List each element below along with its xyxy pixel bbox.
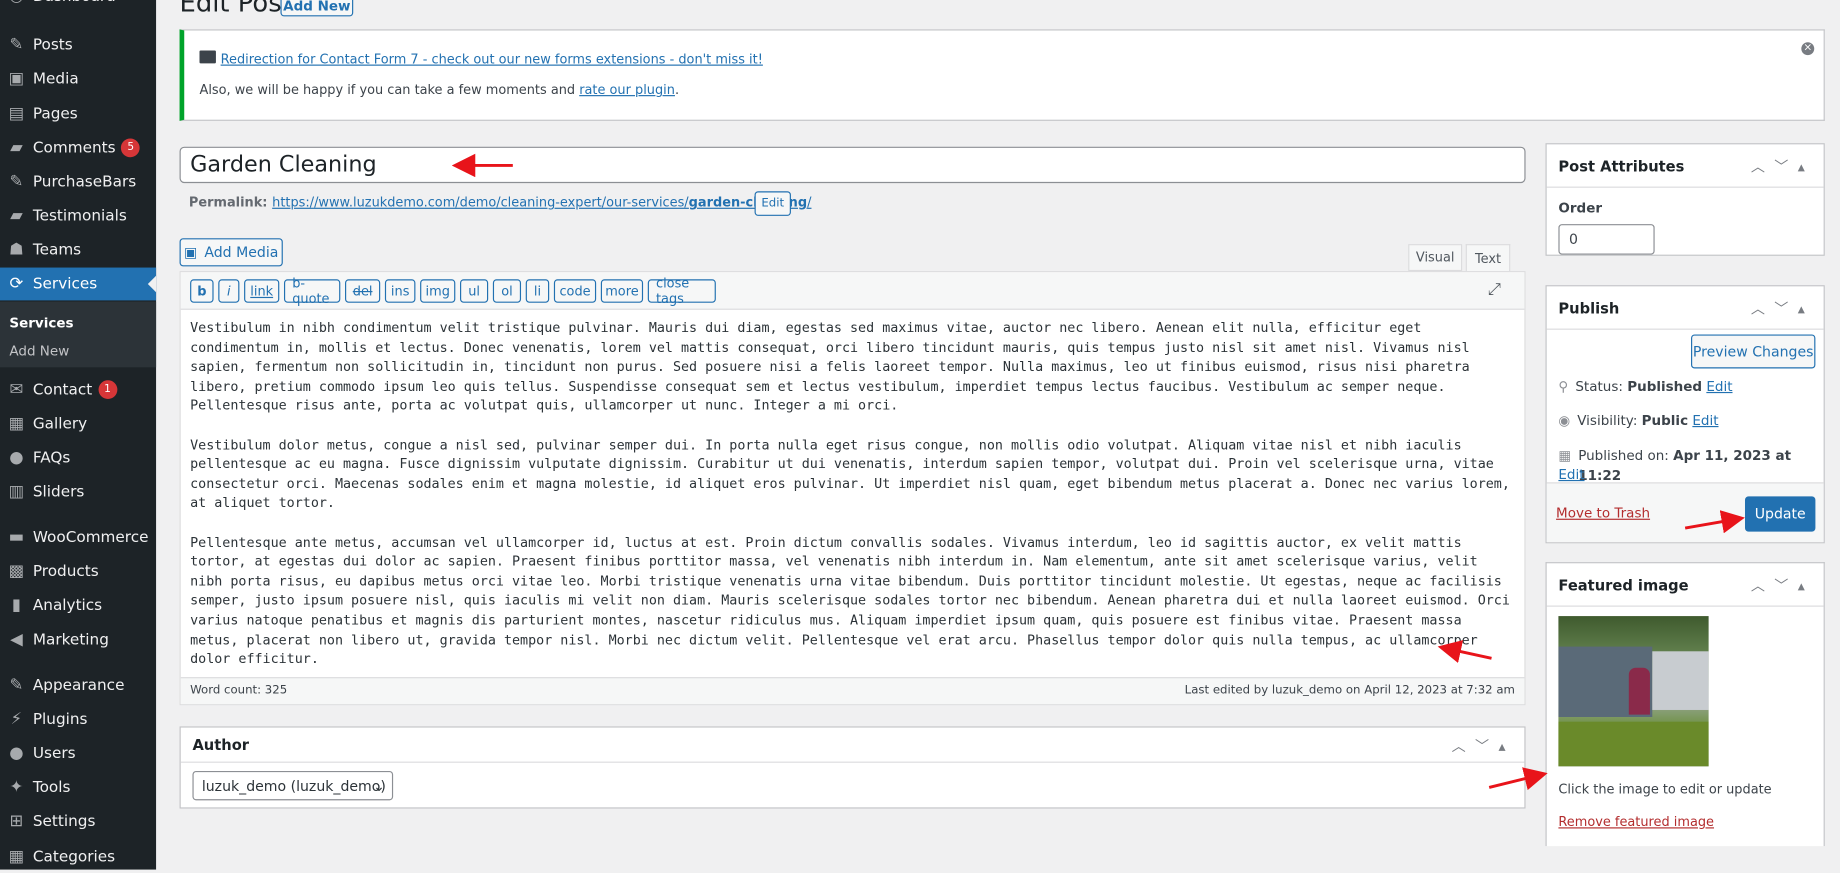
annotation-arrow xyxy=(1437,640,1492,664)
annotation-arrow xyxy=(1488,767,1548,791)
annotation-arrows xyxy=(451,153,1745,791)
annotation-arrow xyxy=(1684,510,1745,534)
wp-admin-page: ◔Dashboard✎Posts▣Media▤Pages▰Comments5✎P… xyxy=(0,0,1840,870)
